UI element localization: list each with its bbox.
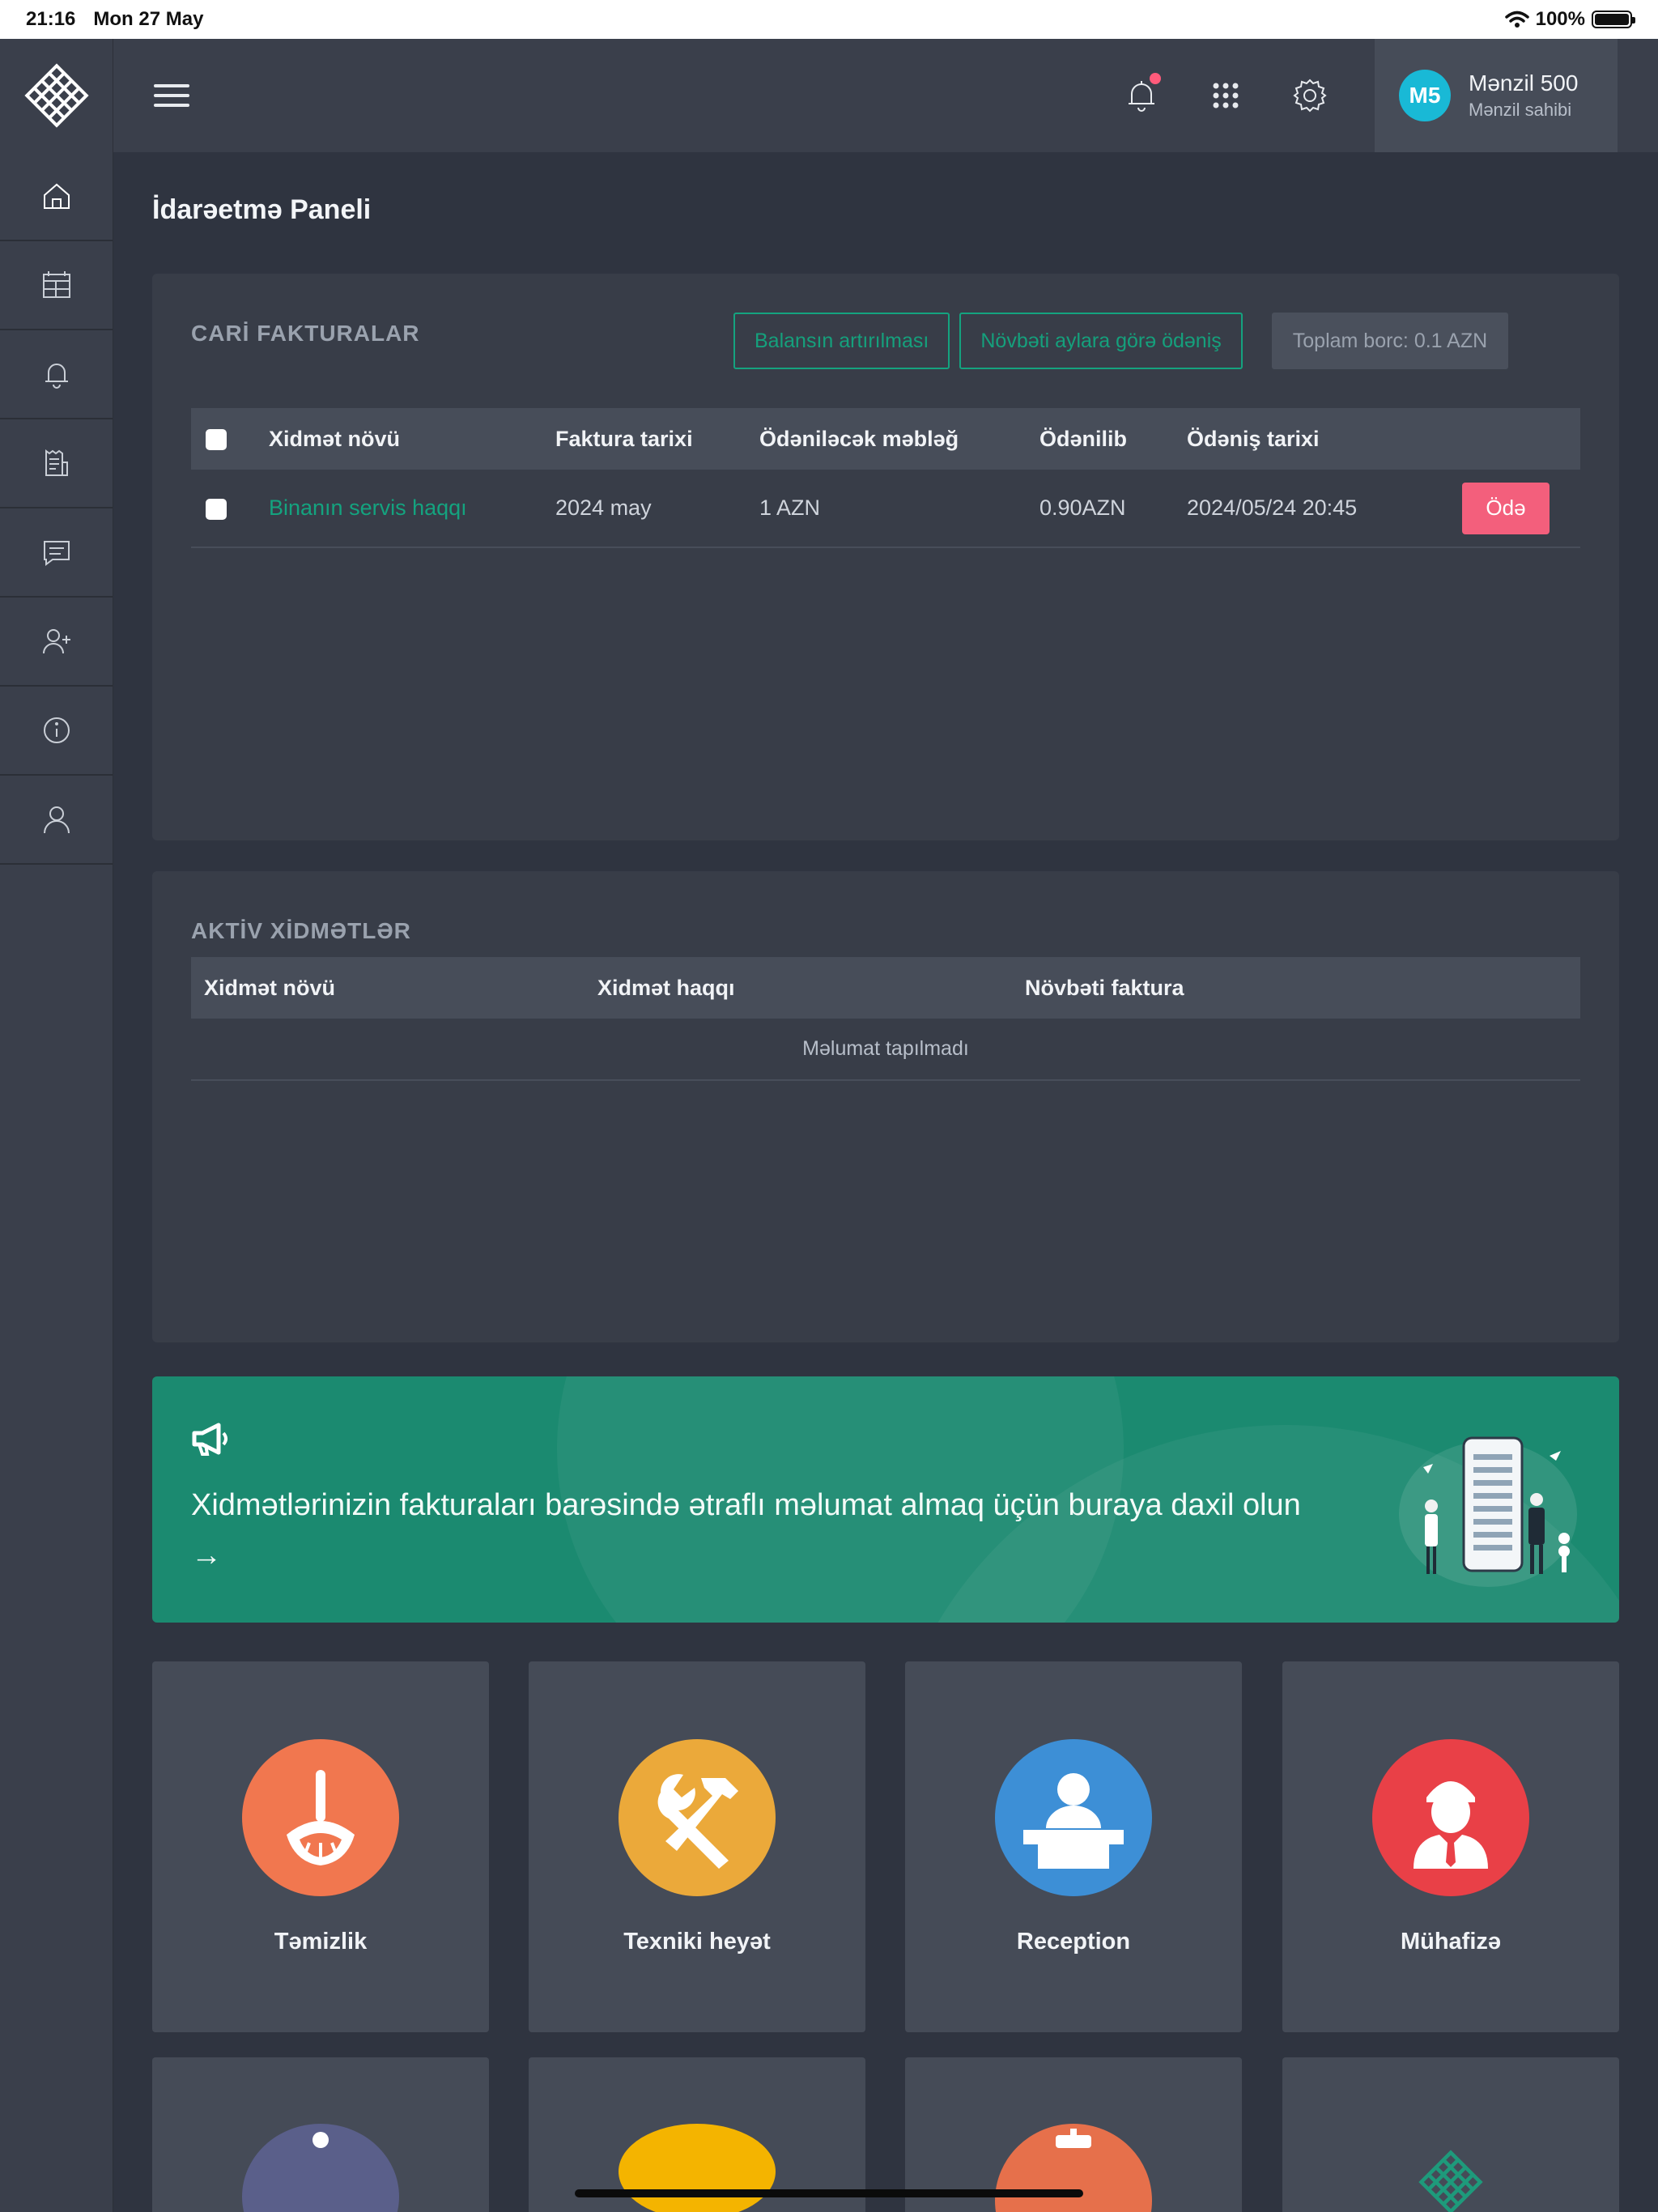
tile-label: Təmizlik: [274, 1929, 368, 1955]
sidebar: [0, 39, 113, 2212]
security-guard-icon: [1372, 1739, 1529, 1896]
phone-illustration: [1399, 1436, 1577, 1587]
service-tile-cleaning[interactable]: Təmizlik: [152, 1661, 489, 2032]
arrow-right-icon: →: [191, 1538, 222, 1572]
status-time: 21:16: [26, 8, 76, 30]
settings-button[interactable]: [1290, 76, 1329, 115]
logo-icon: [1418, 2150, 1483, 2212]
active-services-card: AKTİV XİDMƏTLƏR Xidmət növü Xidmət haqqı…: [152, 871, 1619, 1342]
column-header: Ödəniş tarixi: [1187, 408, 1462, 470]
amount-paid: 0.90AZN: [1039, 470, 1187, 548]
home-indicator[interactable]: [575, 2189, 1083, 2197]
user-name: Mənzil 500: [1469, 70, 1579, 96]
calendar-table-icon: [42, 271, 70, 298]
status-bar: 21:16 Mon 27 May 100%: [0, 0, 1658, 39]
broom-icon: [242, 1739, 399, 1896]
home-icon: [43, 183, 70, 209]
apps-button[interactable]: [1206, 76, 1245, 115]
bell-icon: [45, 364, 68, 389]
sidebar-item-invoices[interactable]: [0, 241, 113, 330]
sidebar-item-home[interactable]: [0, 152, 113, 241]
battery-icon: [1592, 11, 1635, 28]
column-header: Xidmət haqqı: [597, 957, 1025, 1019]
user-menu[interactable]: M5 Mənzil 500 Mənzil sahibi: [1375, 39, 1618, 152]
total-debt-badge: Toplam borc: 0.1 AZN: [1271, 313, 1509, 369]
sidebar-item-add-user[interactable]: [0, 598, 113, 687]
select-all-checkbox[interactable]: [206, 429, 227, 451]
info-person-icon: [242, 2124, 399, 2212]
amount-due: 1 AZN: [759, 470, 1039, 548]
invoice-date: 2024 may: [555, 470, 759, 548]
service-tile-5[interactable]: [152, 2057, 489, 2212]
active-services-title: AKTİV XİDMƏTLƏR: [191, 918, 411, 943]
banner-text[interactable]: Xidmətlərinizin fakturaları barəsində ət…: [191, 1480, 1324, 1580]
column-header: Xidmət növü: [269, 408, 555, 470]
wifi-icon: [1504, 11, 1529, 28]
current-invoices-title: CARİ FAKTURALAR: [191, 321, 420, 346]
app-logo[interactable]: [0, 39, 113, 152]
column-header: Xidmət növü: [191, 957, 597, 1019]
service-tile-technical[interactable]: Texniki heyət: [529, 1661, 865, 2032]
battery-percent: 100%: [1535, 8, 1585, 30]
table-header-row: Xidmət növü Xidmət haqqı Növbəti faktura: [191, 957, 1580, 1019]
column-header: Növbəti faktura: [1025, 957, 1580, 1019]
table-row: Binanın servis haqqı 2024 may 1 AZN 0.90…: [191, 470, 1580, 548]
service-tile-security[interactable]: Mühafizə: [1282, 1661, 1619, 2032]
sidebar-item-info[interactable]: [0, 687, 113, 776]
invoices-table: Xidmət növü Faktura tarixi Ödəniləcək mə…: [191, 408, 1580, 548]
table-header-row: Xidmət növü Faktura tarixi Ödəniləcək mə…: [191, 408, 1580, 470]
column-header: Ödəniləcək məbləğ: [759, 408, 1039, 470]
main-content: İdarəetmə Paneli CARİ FAKTURALAR Balansı…: [152, 152, 1619, 2212]
payment-date: 2024/05/24 20:45: [1187, 470, 1462, 548]
service-icon: [619, 2124, 776, 2212]
avatar: M5: [1399, 70, 1451, 121]
notification-dot: [1150, 73, 1161, 84]
column-header: Faktura tarixi: [555, 408, 759, 470]
column-header: Ödənilib: [1039, 408, 1187, 470]
info-icon: [43, 717, 70, 743]
notifications-button[interactable]: [1122, 73, 1161, 115]
sidebar-item-reports[interactable]: [0, 419, 113, 508]
reception-icon: [995, 1739, 1152, 1896]
user-icon: [43, 806, 70, 834]
tools-icon: [619, 1739, 776, 1896]
tile-label: Reception: [1016, 1929, 1131, 1955]
grid-dots-icon: [1213, 83, 1239, 108]
pay-button[interactable]: Ödə: [1462, 482, 1550, 534]
service-tile-8[interactable]: [1282, 2057, 1619, 2212]
current-invoices-card: CARİ FAKTURALAR Balansın artırılması Növ…: [152, 274, 1619, 840]
empty-message: Məlumat tapılmadı: [191, 1019, 1580, 1081]
tile-label: Texniki heyət: [623, 1929, 771, 1955]
balance-topup-button[interactable]: Balansın artırılması: [733, 313, 950, 369]
hamburger-menu-icon[interactable]: [154, 78, 189, 113]
next-months-payment-button[interactable]: Növbəti aylara görə ödəniş: [959, 313, 1243, 369]
row-checkbox[interactable]: [206, 498, 227, 520]
gear-icon: [1293, 79, 1327, 113]
invoice-info-banner[interactable]: Xidmətlərinizin fakturaları barəsində ət…: [152, 1376, 1619, 1623]
service-tile-reception[interactable]: Reception: [905, 1661, 1242, 2032]
add-user-icon: [42, 629, 70, 654]
sidebar-item-profile[interactable]: [0, 776, 113, 865]
document-list-icon: [45, 449, 68, 476]
active-services-table: Xidmət növü Xidmət haqqı Növbəti faktura…: [191, 957, 1580, 1081]
top-bar: M5 Mənzil 500 Mənzil sahibi: [113, 39, 1658, 152]
service-icon: [995, 2124, 1152, 2212]
user-role: Mənzil sahibi: [1469, 100, 1572, 120]
service-link[interactable]: Binanın servis haqqı: [269, 470, 555, 548]
message-icon: [43, 541, 70, 566]
tile-label: Mühafizə: [1400, 1929, 1502, 1955]
page-title: İdarəetmə Paneli: [152, 194, 372, 225]
sidebar-item-messages[interactable]: [0, 508, 113, 598]
sidebar-item-notifications[interactable]: [0, 330, 113, 419]
megaphone-icon: [192, 1423, 227, 1456]
empty-row: Məlumat tapılmadı: [191, 1019, 1580, 1081]
status-date: Mon 27 May: [93, 8, 204, 30]
